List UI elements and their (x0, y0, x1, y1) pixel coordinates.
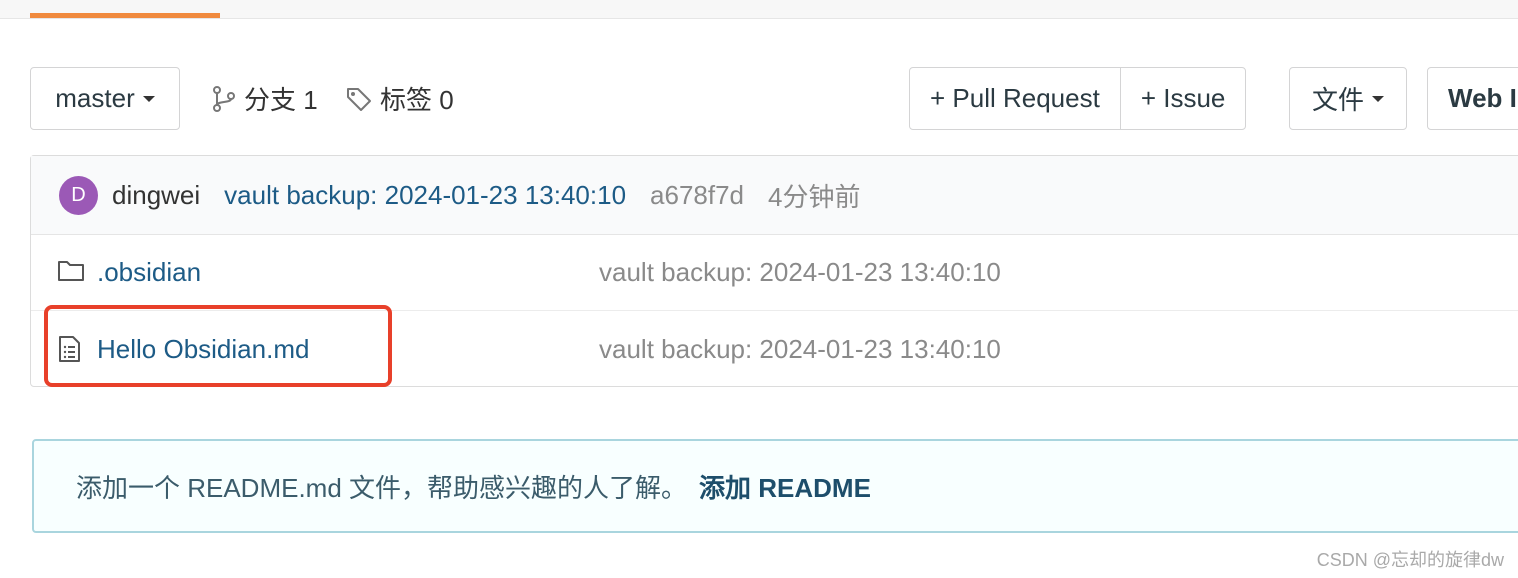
commit-author[interactable]: dingwei (112, 180, 200, 211)
tag-icon (347, 87, 371, 111)
commit-sha-link[interactable]: a678f7d (650, 180, 744, 211)
file-name-link[interactable]: .obsidian (97, 257, 201, 288)
avatar[interactable]: D (59, 175, 98, 215)
web-ide-button[interactable]: Web IDE (1427, 67, 1518, 130)
annotation-highlight-box (44, 305, 392, 387)
watermark: CSDN @忘却的旋律dw (1316, 550, 1504, 570)
file-row[interactable]: .obsidian vault backup: 2024-01-23 13:40… (31, 234, 1518, 311)
readme-prompt-banner: 添加一个 README.md 文件，帮助感兴趣的人了解。 添加 README (32, 439, 1518, 533)
tags-link[interactable]: 标签 0 (346, 80, 454, 117)
commit-time: 4分钟前 (768, 181, 861, 212)
file-commit-message-link[interactable]: vault backup: 2024-01-23 13:40:10 (599, 334, 1001, 365)
branch-select-dropdown[interactable]: master (30, 67, 180, 130)
chevron-down-icon (1372, 95, 1384, 102)
file-menu-label: 文件 (1311, 85, 1364, 115)
avatar-letter: D (71, 183, 86, 206)
file-menu-dropdown[interactable]: 文件 (1289, 67, 1407, 130)
new-pull-request-button[interactable]: + Pull Request (910, 68, 1120, 129)
create-button-group: + Pull Request + Issue (909, 67, 1247, 130)
commit-message-link[interactable]: vault backup: 2024-01-23 13:40:10 (224, 180, 626, 211)
chevron-down-icon (142, 95, 155, 102)
new-issue-button[interactable]: + Issue (1119, 68, 1246, 129)
active-tab-indicator (30, 13, 220, 18)
web-ide-label: Web IDE (1448, 83, 1518, 113)
git-branch-icon (213, 85, 235, 112)
readme-prompt-text: 添加一个 README.md 文件，帮助感兴趣的人了解。 (76, 472, 688, 503)
tags-count-label: 标签 0 (380, 85, 454, 115)
top-tab-bar (0, 0, 1518, 19)
branches-count-label: 分支 1 (244, 85, 318, 115)
branch-select-label: master (55, 83, 135, 113)
latest-commit-row: D dingwei vault backup: 2024-01-23 13:40… (31, 156, 1518, 235)
branches-link[interactable]: 分支 1 (212, 80, 318, 117)
file-commit-message-link[interactable]: vault backup: 2024-01-23 13:40:10 (599, 257, 1001, 288)
add-readme-link[interactable]: 添加 README (699, 468, 871, 505)
folder-icon (58, 261, 84, 281)
